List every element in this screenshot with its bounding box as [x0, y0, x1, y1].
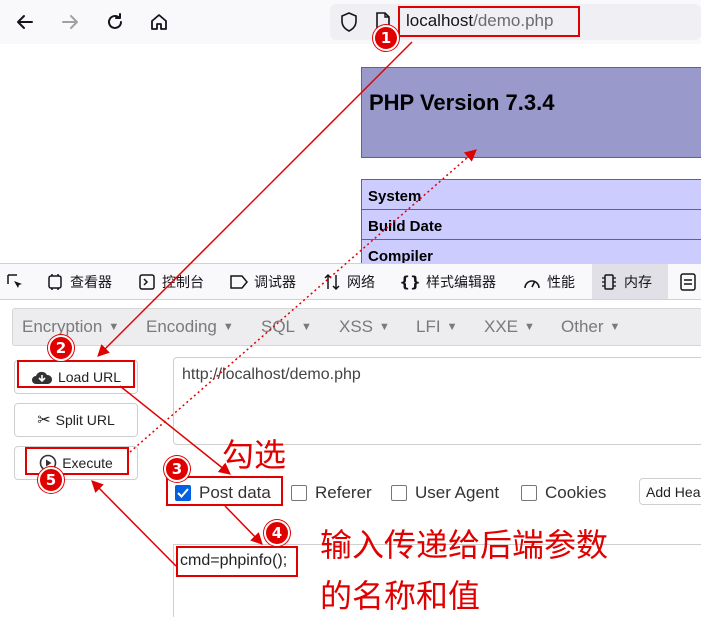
- checkbox-label: Cookies: [545, 483, 607, 502]
- menu-xss[interactable]: XSS ▼: [339, 317, 390, 337]
- checkbox-label: Referer: [315, 483, 372, 502]
- caret-down-icon: ▼: [609, 321, 621, 333]
- back-arrow-icon: [17, 15, 33, 29]
- add-header-button[interactable]: Add Hea: [639, 478, 701, 505]
- tab-label: 调试器: [254, 274, 296, 291]
- checkbox-label: User Agent: [415, 483, 500, 502]
- caret-down-icon: ▼: [524, 321, 535, 333]
- forward-arrow-icon: [62, 15, 78, 29]
- checkbox-box: [391, 485, 407, 501]
- browser-toolbar: localhost/demo.php: [0, 0, 701, 44]
- performance-icon: [523, 273, 541, 291]
- menu-encoding[interactable]: Encoding ▼: [146, 317, 234, 337]
- checkbox-box: [521, 485, 537, 501]
- debugger-icon: [230, 273, 248, 291]
- memory-icon: [600, 273, 618, 291]
- menu-lfi[interactable]: LFI ▼: [416, 317, 457, 337]
- hackbar-menu-bar: Encryption ▼ Encoding ▼ SQL ▼ XSS ▼ LFI ▼ XXE…: [12, 308, 701, 346]
- tab-inspector[interactable]: 查看器: [46, 264, 112, 299]
- note-input-line2: 的名称和值: [320, 577, 481, 615]
- caret-down-icon: ▼: [108, 321, 120, 333]
- annotation-box-post-value: [176, 546, 298, 577]
- caret-down-icon: ▼: [301, 321, 312, 333]
- menu-label: XSS: [339, 317, 374, 336]
- annotation-box-load-url: [17, 360, 135, 388]
- caret-down-icon: ▼: [446, 321, 458, 333]
- element-picker-icon[interactable]: [6, 273, 24, 295]
- button-label: Split URL: [55, 412, 115, 428]
- devtools-tab-bar: 查看器 控制台 调试器 网络 {} 样式编辑器 性能 内存: [0, 264, 701, 300]
- menu-other[interactable]: Other ▼: [561, 317, 620, 337]
- tab-label: 内存: [624, 274, 652, 291]
- caret-down-icon: ▼: [379, 321, 390, 333]
- menu-label: SQL: [261, 317, 296, 336]
- tab-label: 控制台: [162, 274, 204, 291]
- table-row: System: [361, 179, 701, 210]
- user-agent-checkbox[interactable]: User Agent: [391, 483, 499, 503]
- tab-label: 样式编辑器: [426, 274, 496, 291]
- caret-down-icon: ▼: [222, 321, 234, 333]
- menu-label: Other: [561, 317, 604, 336]
- url-textarea[interactable]: http://localhost/demo.php: [173, 357, 701, 445]
- step-badge-3: 3: [164, 456, 190, 482]
- page-title: PHP Version 7.3.4: [369, 90, 555, 115]
- step-badge-5: 5: [38, 467, 64, 493]
- tab-memory[interactable]: 内存: [592, 264, 668, 299]
- tab-network[interactable]: 网络: [323, 264, 375, 299]
- tab-debugger[interactable]: 调试器: [230, 264, 296, 299]
- annotation-box-post-data: [166, 476, 283, 506]
- back-button[interactable]: [10, 7, 40, 37]
- referer-checkbox[interactable]: Referer: [291, 483, 372, 503]
- url-value: http://localhost/demo.php: [182, 366, 361, 383]
- tab-label: 性能: [547, 274, 575, 291]
- step-badge-2: 2: [48, 335, 74, 361]
- php-info-table: System Build Date Compiler: [361, 179, 701, 270]
- tab-style-editor[interactable]: {} 样式编辑器: [399, 264, 496, 299]
- menu-encryption[interactable]: Encryption ▼: [22, 317, 119, 337]
- inspector-icon: [46, 273, 64, 291]
- menu-label: LFI: [416, 317, 441, 336]
- home-icon: [151, 14, 167, 30]
- reload-icon: [108, 13, 122, 29]
- tab-console[interactable]: 控制台: [138, 264, 204, 299]
- step-badge-1: 1: [373, 25, 399, 51]
- cookies-checkbox[interactable]: Cookies: [521, 483, 606, 503]
- tab-label: 查看器: [70, 274, 112, 291]
- forward-button[interactable]: [55, 7, 85, 37]
- home-button[interactable]: [144, 7, 174, 37]
- reload-button[interactable]: [100, 7, 130, 37]
- tab-label: 网络: [347, 274, 375, 291]
- menu-label: Encryption: [22, 317, 103, 336]
- checkbox-box: [291, 485, 307, 501]
- storage-icon[interactable]: [680, 273, 696, 295]
- menu-label: XXE: [484, 317, 519, 336]
- style-editor-icon: {}: [399, 272, 421, 291]
- annotation-box-url: [398, 6, 580, 37]
- tab-performance[interactable]: 性能: [523, 264, 575, 299]
- shield-icon[interactable]: [340, 12, 358, 36]
- table-row: Build Date: [361, 210, 701, 240]
- scissors-icon: ✂: [37, 412, 51, 429]
- console-icon: [138, 273, 156, 291]
- step-badge-4: 4: [264, 520, 290, 546]
- menu-xxe[interactable]: XXE ▼: [484, 317, 535, 337]
- menu-sql[interactable]: SQL ▼: [261, 317, 312, 337]
- php-info-header: PHP Version 7.3.4: [361, 67, 701, 158]
- network-icon: [323, 273, 341, 291]
- menu-label: Encoding: [146, 317, 217, 336]
- note-input-line1: 输入传递给后端参数: [320, 526, 609, 564]
- note-check: 勾选: [222, 436, 287, 474]
- split-url-button[interactable]: ✂ Split URL: [14, 403, 138, 437]
